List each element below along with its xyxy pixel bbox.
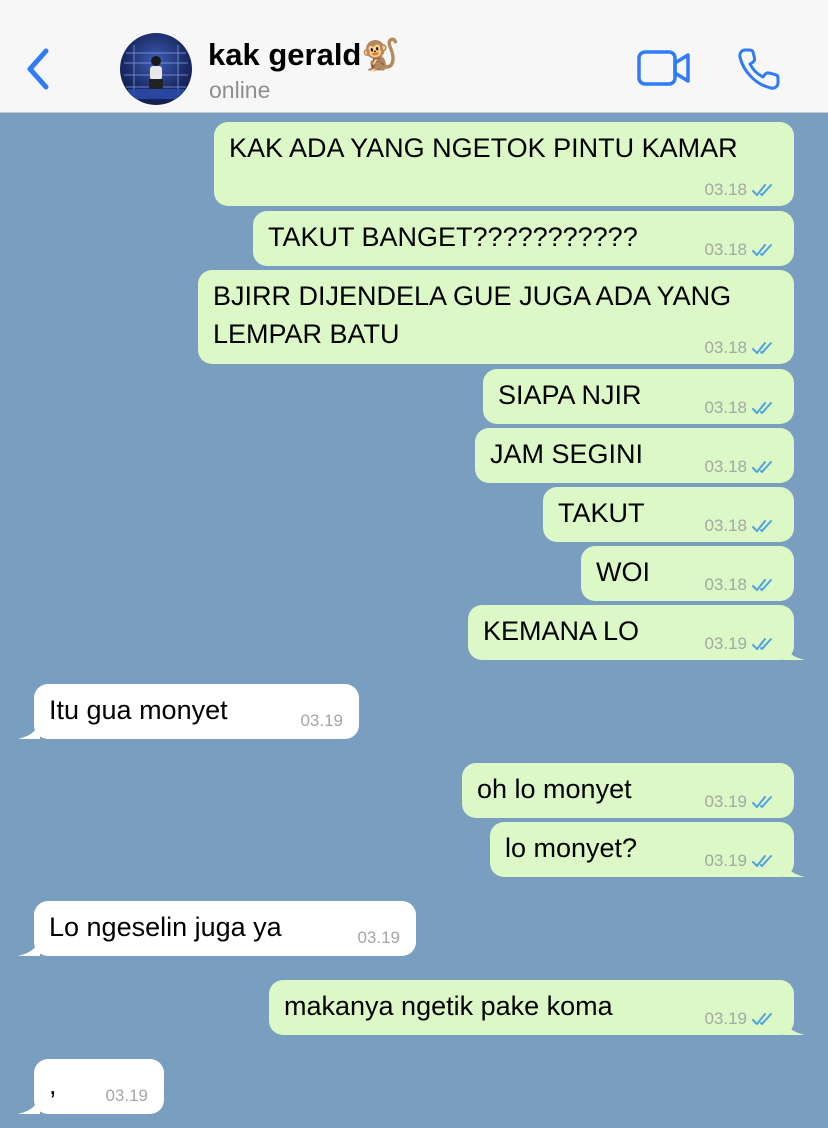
message-time: 03.19 [300,711,343,730]
message-meta: 03.19 [704,634,778,654]
read-receipt-icon [752,1013,772,1025]
outgoing-message[interactable]: lo monyet? 03.19 [490,822,805,877]
outgoing-message[interactable]: KEMANA LO 03.19 [468,605,805,660]
bubble-tail [783,855,805,877]
read-receipt-icon [752,520,772,532]
outgoing-message[interactable]: TAKUT BANGET??????????? 03.18 [253,211,794,266]
read-receipt-icon [752,796,772,808]
message-meta: 03.18 [704,457,778,477]
outgoing-message[interactable]: TAKUT 03.18 [543,487,794,542]
message-meta: 03.19 [105,1086,148,1106]
message-meta: 03.19 [704,1009,778,1029]
message-text: TAKUT BANGET??????????? [268,222,638,252]
read-receipt-icon [752,184,772,196]
message-time: 03.19 [704,851,747,870]
message-meta: 03.18 [704,398,778,418]
message-text: lo monyet? [505,833,638,863]
message-text: KEMANA LO [483,616,640,646]
read-receipt-icon [752,342,772,354]
message-meta: 03.18 [704,516,778,536]
message-time: 03.18 [704,180,747,199]
bubble-tail [18,1092,40,1114]
message-time: 03.19 [357,928,400,947]
message-meta: 03.19 [704,792,778,812]
message-text: Itu gua monyet [49,695,228,725]
message-time: 03.19 [704,792,747,811]
message-time: 03.18 [704,338,747,357]
read-receipt-icon [752,855,772,867]
video-call-button[interactable] [636,48,692,88]
message-text: oh lo monyet [477,774,632,804]
contact-name[interactable]: kak gerald🐒 [208,36,400,74]
outgoing-message[interactable]: makanya ngetik pake koma 03.19 [269,980,805,1035]
outgoing-message[interactable]: BJIRR DIJENDELA GUE JUGA ADA YANG LEMPAR… [198,270,794,364]
contact-status: online [209,77,271,103]
incoming-message[interactable]: Lo ngeselin juga ya 03.19 [18,901,416,956]
avatar-image [124,45,188,99]
outgoing-message[interactable]: oh lo monyet 03.19 [462,763,794,818]
message-time: 03.18 [704,575,747,594]
message-meta: 03.18 [704,180,778,200]
message-text: TAKUT [558,498,645,528]
outgoing-message[interactable]: SIAPA NJIR 03.18 [483,369,794,424]
message-text: Lo ngeselin juga ya [49,912,282,942]
message-text: , [49,1070,57,1100]
read-receipt-icon [752,402,772,414]
message-time: 03.19 [704,634,747,653]
voice-call-button[interactable] [736,46,782,92]
incoming-message[interactable]: Itu gua monyet 03.19 [18,684,359,739]
message-meta: 03.19 [300,711,343,731]
message-time: 03.18 [704,516,747,535]
read-receipt-icon [752,461,772,473]
message-meta: 03.18 [704,240,778,260]
message-meta: 03.19 [357,928,400,948]
message-list[interactable]: KAK ADA YANG NGETOK PINTU KAMAR 03.18 TA… [0,114,828,1128]
bubble-tail [18,717,40,739]
message-time: 03.19 [105,1086,148,1105]
chat-header: kak gerald🐒 online [0,0,828,113]
message-text: JAM SEGINI [490,439,644,469]
avatar[interactable] [120,33,192,105]
chevron-left-icon [27,48,49,90]
back-button[interactable] [18,44,58,94]
read-receipt-icon [752,244,772,256]
phone-icon [738,48,780,90]
outgoing-message[interactable]: KAK ADA YANG NGETOK PINTU KAMAR 03.18 [214,122,794,206]
outgoing-message[interactable]: JAM SEGINI 03.18 [475,428,794,483]
bubble-tail [18,934,40,956]
message-time: 03.19 [704,1009,747,1028]
bubble-tail [783,638,805,660]
message-text: SIAPA NJIR [498,380,642,410]
bubble-tail [783,1013,805,1035]
message-text: WOI [596,557,650,587]
incoming-message[interactable]: , 03.19 [18,1059,164,1114]
read-receipt-icon [752,579,772,591]
message-time: 03.18 [704,457,747,476]
message-time: 03.18 [704,398,747,417]
message-text: makanya ngetik pake koma [284,991,613,1021]
outgoing-message[interactable]: WOI 03.18 [581,546,794,601]
message-meta: 03.18 [704,575,778,595]
message-meta: 03.19 [704,851,778,871]
video-camera-icon [637,50,690,86]
message-meta: 03.18 [704,338,778,358]
read-receipt-icon [752,638,772,650]
message-time: 03.18 [704,240,747,259]
message-text: KAK ADA YANG NGETOK PINTU KAMAR [229,133,738,163]
